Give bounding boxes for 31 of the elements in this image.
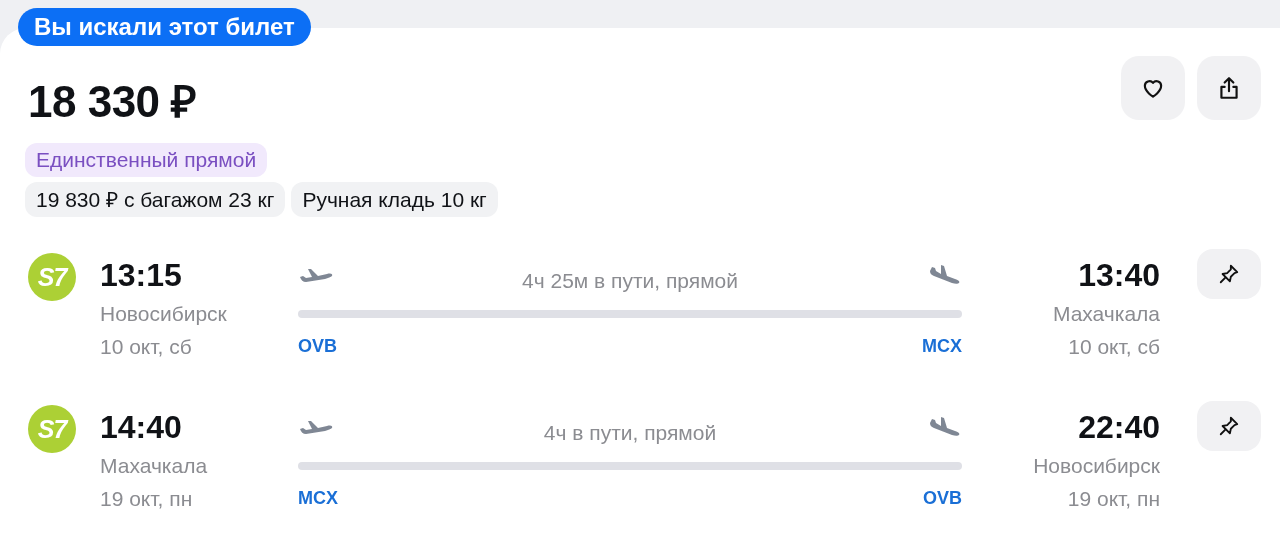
city-name: Новосибирск — [100, 301, 228, 327]
flight-duration: 4ч 25м в пути, прямой — [522, 269, 738, 293]
favorite-button[interactable] — [1121, 56, 1185, 120]
share-button[interactable] — [1197, 56, 1261, 120]
pin-button[interactable] — [1197, 401, 1261, 451]
city-name: Махачкала — [1052, 301, 1160, 327]
airport-code: OVB — [923, 487, 962, 510]
price: 18 330 ₽ — [28, 76, 197, 128]
city-name: Новосибирск — [1033, 453, 1160, 479]
highlight-tag: Единственный прямой — [25, 143, 268, 177]
airport-code: OVB — [298, 335, 337, 358]
arrival-time: 13:40 — [1078, 256, 1160, 295]
airport-code: MCX — [298, 487, 338, 510]
departure-time: 13:15 — [100, 256, 183, 295]
pin-button[interactable] — [1197, 249, 1261, 299]
flight-duration: 4ч в пути, прямой — [543, 421, 717, 445]
info-tag: Ручная кладь 10 кг — [291, 182, 498, 217]
info-tag: 19 830 ₽ с багажом 23 кг — [25, 182, 286, 217]
flight-date: 19 окт, пн — [100, 486, 194, 512]
city-name: Махачкала — [100, 453, 209, 479]
airline-logo: S7 — [28, 405, 76, 453]
pin-icon — [1218, 415, 1240, 437]
departure-time: 14:40 — [100, 408, 183, 447]
airport-code: MCX — [922, 335, 962, 358]
airline-logo: S7 — [28, 253, 76, 301]
flight-date: 10 окт, сб — [1068, 334, 1160, 360]
flight-date: 19 окт, пн — [1067, 486, 1160, 512]
arrival-time: 22:40 — [1078, 408, 1160, 447]
pin-icon — [1218, 263, 1240, 285]
search-badge: Вы искали этот билет — [18, 8, 311, 46]
flight-date: 10 окт, сб — [100, 334, 193, 360]
